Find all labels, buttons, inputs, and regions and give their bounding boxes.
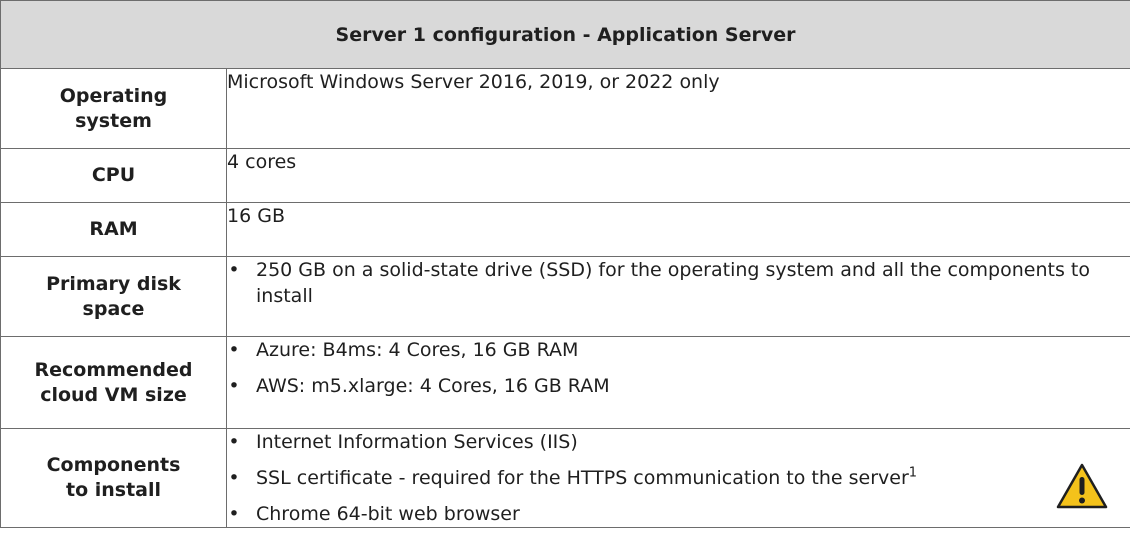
bullet: • [228,503,240,525]
row-label: Recommended cloud VM size [0,336,227,429]
row-value: • Azure: B4ms: 4 Cores, 16 GB RAM • AWS: m… [225,336,1130,429]
row-value: Microsoft Windows Server 2016, 2019, or … [225,68,1130,149]
bullet: • [228,375,240,397]
table-row-operating-system: Operating system Microsoft Windows Server… [0,68,1130,149]
table-row-cpu: CPU 4 cores [0,148,1130,203]
bullet-list: • Azure: B4ms: 4 Cores, 16 GB RAM • AWS: m… [227,337,1130,399]
list-item-text: AWS: m5.xlarge: 4 Cores, 16 GB RAM [256,375,610,397]
row-label: Primary disk space [0,256,227,337]
table-row-ram: RAM 16 GB [0,202,1130,257]
table-row-recommended-cloud-vm-size: Recommended cloud VM size • Azure: B4ms: 4… [0,336,1130,429]
row-value: • 250 GB on a solid-state drive (SSD) for… [225,256,1130,337]
list-item-text: Chrome 64-bit web browser [256,503,520,525]
table-row-primary-disk-space: Primary disk space • 250 GB on a solid-sta… [0,256,1130,337]
row-label: Components to install [0,428,227,528]
bullet-list: • Internet Information Services (IIS) • SS… [227,429,1130,527]
list-item: • Internet Information Services (IIS) [227,429,1130,455]
row-label: RAM [0,202,227,257]
list-item: • Chrome 64-bit web browser [227,501,1130,527]
list-item: • 250 GB on a solid-state drive (SSD) for… [227,257,1130,309]
list-item: • Azure: B4ms: 4 Cores, 16 GB RAM [227,337,1130,363]
row-label: CPU [0,148,227,203]
row-value: • Internet Information Services (IIS) • SS… [225,428,1130,528]
bullet: • [228,431,240,453]
list-item: • AWS: m5.xlarge: 4 Cores, 16 GB RAM [227,373,1130,399]
server-config-table: Server 1 configuration - Application Ser… [0,0,1130,528]
bullet: • [228,467,240,489]
bullet: • [228,339,240,361]
warning-triangle-icon [1056,463,1108,509]
list-item-text: SSL certificate - required for the HTTPS… [256,467,909,489]
list-item-text: Azure: B4ms: 4 Cores, 16 GB RAM [256,339,579,361]
table-title: Server 1 configuration - Application Ser… [0,0,1130,69]
row-value: 16 GB [225,202,1130,257]
table-row-components-to-install: Components to install • Internet Informati… [0,428,1130,528]
row-label: Operating system [0,68,227,149]
bullet-list: • 250 GB on a solid-state drive (SSD) for… [227,257,1130,309]
list-item: • SSL certificate - required for the HTTP… [227,465,1130,491]
footnote-mark: 1 [908,465,918,481]
bullet: • [228,259,240,281]
row-value: 4 cores [225,148,1130,203]
table-header-row: Server 1 configuration - Application Ser… [0,0,1130,69]
list-item-text: 250 GB on a solid-state drive (SSD) for … [256,259,1090,307]
list-item-text: Internet Information Services (IIS) [256,431,578,453]
